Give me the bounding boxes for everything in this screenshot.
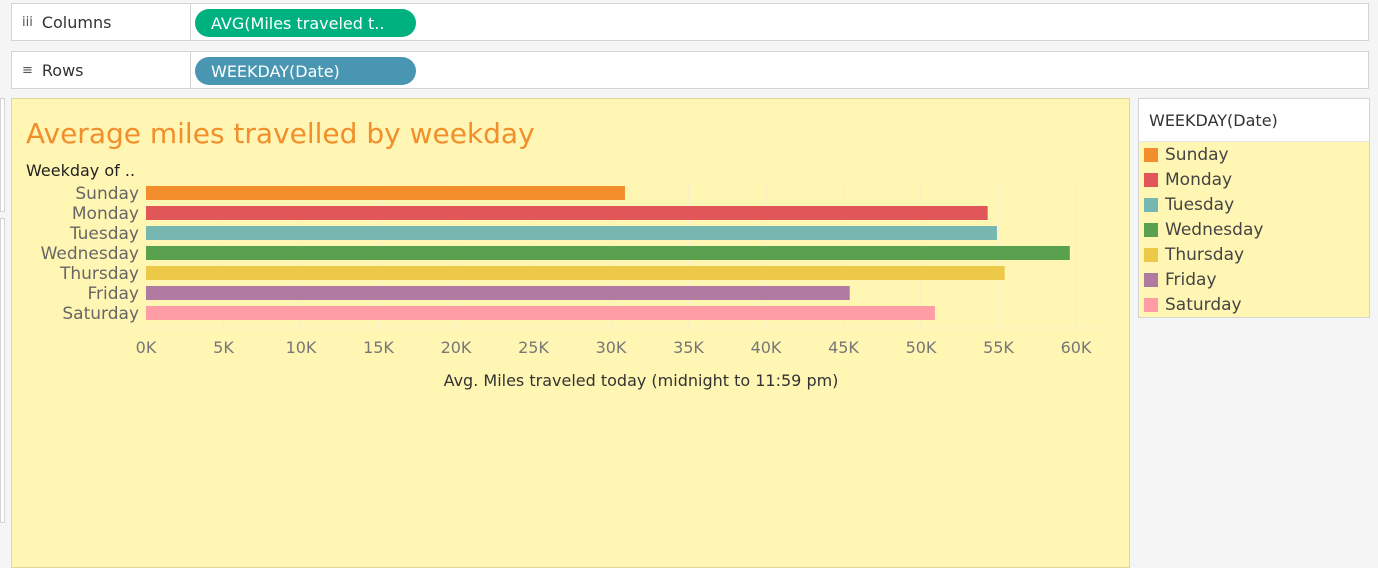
columns-pill-avg-miles[interactable]: AVG(Miles traveled t.. bbox=[195, 9, 416, 37]
category-label: Wednesday bbox=[41, 244, 139, 264]
x-tick-label: 5K bbox=[213, 338, 234, 357]
legend-swatch bbox=[1144, 247, 1158, 262]
legend-swatch bbox=[1144, 222, 1158, 237]
x-tick-label: 20K bbox=[441, 338, 472, 357]
category-label: Tuesday bbox=[69, 224, 139, 244]
bar-chart[interactable]: SundayMondayTuesdayWednesdayThursdayFrid… bbox=[12, 99, 1129, 567]
legend-label: Sunday bbox=[1165, 144, 1229, 165]
x-tick-label: 0K bbox=[136, 338, 157, 357]
legend-title[interactable]: WEEKDAY(Date) bbox=[1139, 99, 1369, 142]
legend-item-monday[interactable]: Monday bbox=[1139, 167, 1369, 192]
color-legend: WEEKDAY(Date) Sunday Monday Tuesday Wednesd… bbox=[1138, 98, 1370, 318]
legend-label: Friday bbox=[1165, 269, 1217, 290]
legend-item-friday[interactable]: Friday bbox=[1139, 267, 1369, 292]
x-tick-label: 30K bbox=[596, 338, 627, 357]
category-label: Saturday bbox=[62, 304, 139, 324]
rows-pill-weekday[interactable]: WEEKDAY(Date) bbox=[195, 57, 416, 85]
bar-thursday[interactable] bbox=[146, 266, 1005, 280]
legend-label: Thursday bbox=[1165, 244, 1245, 265]
bar-saturday[interactable] bbox=[146, 306, 935, 320]
legend-item-sunday[interactable]: Sunday bbox=[1139, 142, 1369, 167]
legend-item-saturday[interactable]: Saturday bbox=[1139, 292, 1369, 317]
x-tick-label: 45K bbox=[828, 338, 859, 357]
legend-swatch bbox=[1144, 197, 1158, 212]
left-panel-edge bbox=[0, 98, 5, 212]
x-tick-label: 50K bbox=[906, 338, 937, 357]
legend-swatch bbox=[1144, 272, 1158, 287]
category-label: Sunday bbox=[75, 184, 139, 204]
x-tick-label: 35K bbox=[673, 338, 704, 357]
x-tick-label: 15K bbox=[363, 338, 394, 357]
x-axis-title: Avg. Miles traveled today (midnight to 1… bbox=[444, 371, 839, 390]
category-label: Friday bbox=[87, 284, 139, 304]
category-label: Thursday bbox=[59, 264, 139, 284]
legend-item-tuesday[interactable]: Tuesday bbox=[1139, 192, 1369, 217]
legend-label: Wednesday bbox=[1165, 219, 1264, 240]
bar-friday[interactable] bbox=[146, 286, 850, 300]
chart-view[interactable]: Average miles travelled by weekday Weekd… bbox=[11, 98, 1130, 568]
x-tick-label: 10K bbox=[286, 338, 317, 357]
columns-label: Columns bbox=[41, 12, 112, 32]
rows-label: Rows bbox=[41, 60, 84, 80]
bar-monday[interactable] bbox=[146, 206, 988, 220]
columns-shelf-label: iii Columns bbox=[12, 4, 191, 40]
columns-shelf: iii Columns AVG(Miles traveled t.. bbox=[11, 3, 1369, 41]
rows-icon: ≡ bbox=[22, 62, 33, 78]
category-label: Monday bbox=[72, 204, 139, 224]
x-tick-label: 40K bbox=[751, 338, 782, 357]
x-tick-label: 25K bbox=[518, 338, 549, 357]
left-panel-edge-lower bbox=[0, 218, 5, 523]
legend-swatch bbox=[1144, 172, 1158, 187]
legend-item-wednesday[interactable]: Wednesday bbox=[1139, 217, 1369, 242]
bar-tuesday[interactable] bbox=[146, 226, 997, 240]
legend-label: Tuesday bbox=[1165, 194, 1235, 215]
legend-label: Saturday bbox=[1165, 294, 1242, 315]
bar-sunday[interactable] bbox=[146, 186, 625, 200]
legend-items: Sunday Monday Tuesday Wednesday Thursday Frid… bbox=[1139, 142, 1369, 317]
legend-item-thursday[interactable]: Thursday bbox=[1139, 242, 1369, 267]
x-tick-label: 55K bbox=[983, 338, 1014, 357]
columns-icon: iii bbox=[22, 14, 33, 30]
rows-shelf: ≡ Rows WEEKDAY(Date) bbox=[11, 51, 1369, 89]
bar-wednesday[interactable] bbox=[146, 246, 1070, 260]
legend-swatch bbox=[1144, 147, 1158, 162]
x-tick-label: 60K bbox=[1061, 338, 1092, 357]
rows-shelf-label: ≡ Rows bbox=[12, 52, 191, 88]
legend-swatch bbox=[1144, 297, 1158, 312]
legend-label: Monday bbox=[1165, 169, 1233, 190]
